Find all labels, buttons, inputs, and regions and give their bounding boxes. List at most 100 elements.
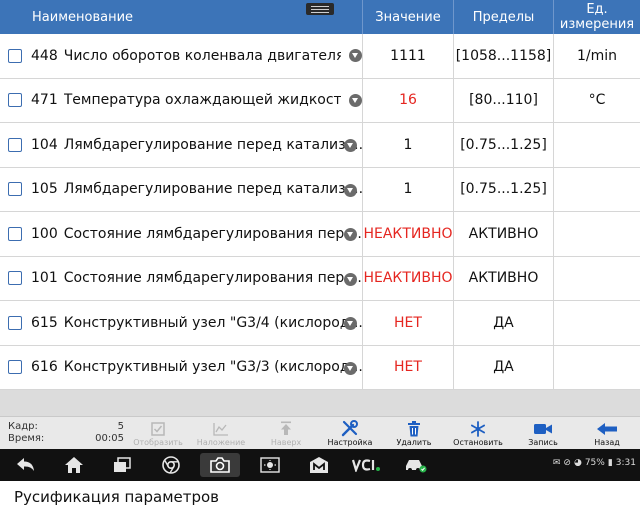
dropdown-icon[interactable] <box>344 272 357 286</box>
row-checkbox[interactable] <box>8 93 22 108</box>
header-units[interactable]: Ед. измерения <box>554 0 640 34</box>
param-name: Конструктивный узел "G3/3 (кислород... <box>63 359 362 376</box>
param-unit: °C <box>588 92 606 109</box>
camera-icon <box>210 457 230 473</box>
show-label: Отобразить <box>133 438 183 447</box>
stop-button[interactable]: Остановить <box>448 419 508 449</box>
param-id: 471 <box>31 92 58 109</box>
param-value: НЕАКТИВНО <box>363 256 454 300</box>
table-row[interactable]: 100 Состояние лямбдарегулирования пере...… <box>0 212 640 257</box>
param-name: Число оборотов коленвала двигателя <box>63 47 341 64</box>
checkbox-icon <box>151 421 165 436</box>
bottom-toolbar: Кадр: 5 Время: 00:05 Отобразить Наложение … <box>0 416 640 449</box>
nav-vci-button[interactable] <box>350 453 382 477</box>
vci-icon <box>351 459 380 472</box>
settings-button[interactable]: Настройка <box>320 419 380 449</box>
show-button[interactable]: Отобразить <box>128 419 188 449</box>
delete-button[interactable]: Удалить <box>384 419 444 449</box>
battery-level: 75% <box>584 458 605 468</box>
nav-maxisys-button[interactable] <box>303 453 335 477</box>
param-name: Состояние лямбдарегулирования пере... <box>63 270 362 287</box>
param-value: НЕАКТИВНО <box>363 212 454 256</box>
param-limits: [80...110] <box>454 78 554 122</box>
dropdown-icon[interactable] <box>349 49 362 63</box>
drag-handle-icon[interactable] <box>306 3 334 15</box>
empty-area <box>0 390 640 416</box>
row-checkbox[interactable] <box>8 271 22 286</box>
maxisys-logo-icon <box>310 457 328 473</box>
dropdown-icon[interactable] <box>344 317 357 330</box>
nav-home-button[interactable] <box>58 453 90 477</box>
message-icon: ✉ <box>552 458 561 468</box>
param-unit <box>554 257 640 301</box>
nav-chrome-button[interactable] <box>155 453 187 477</box>
stop-label: Остановить <box>453 438 503 447</box>
param-id: 616 <box>31 359 58 376</box>
overlay-label: Наложение <box>196 438 246 447</box>
up-button[interactable]: Наверх <box>256 419 316 449</box>
dropdown-icon[interactable] <box>344 361 357 375</box>
arrow-up-icon <box>281 421 291 435</box>
table-row[interactable]: 616 Конструктивный узел "G3/3 (кислород..… <box>0 345 640 390</box>
param-value: 1 <box>363 123 454 167</box>
nav-recent-button[interactable] <box>106 453 138 477</box>
param-limits: АКТИВНО <box>454 256 554 300</box>
param-value: НЕТ <box>363 301 454 345</box>
row-checkbox[interactable] <box>8 315 22 330</box>
wrench-icon <box>341 420 358 437</box>
param-unit <box>554 301 640 345</box>
row-checkbox[interactable] <box>8 182 22 197</box>
back-button[interactable]: Назад <box>577 419 637 449</box>
param-id: 105 <box>31 181 58 198</box>
record-button[interactable]: Запись <box>513 419 573 449</box>
parameter-table: 448 Число оборотов коленвала двигателя 11… <box>0 34 640 390</box>
param-unit <box>554 346 640 390</box>
dropdown-icon[interactable] <box>344 183 357 197</box>
time-value: 00:05 <box>95 433 124 444</box>
up-label: Наверх <box>270 438 302 447</box>
overlay-button[interactable]: Наложение <box>191 419 251 449</box>
param-unit: 1/min <box>576 47 618 64</box>
frame-info: Кадр: 5 Время: 00:05 <box>8 421 128 445</box>
param-id: 100 <box>31 225 58 242</box>
param-name: Лямбдарегулирование перед катализа... <box>63 136 362 153</box>
nav-screenshot-button[interactable] <box>200 453 240 477</box>
param-id: 448 <box>31 47 58 64</box>
dropdown-icon[interactable] <box>349 93 362 107</box>
home-icon <box>65 457 83 473</box>
table-row[interactable]: 101 Состояние лямбдарегулирования пере...… <box>0 256 640 301</box>
table-header: Наименование Значение Пределы Ед. измере… <box>0 0 640 34</box>
mute-icon: ⊘ <box>563 458 571 468</box>
arrow-left-icon <box>597 422 617 435</box>
table-row[interactable]: 105 Лямбдарегулирование перед катализа...… <box>0 167 640 212</box>
video-camera-icon <box>534 423 552 434</box>
row-checkbox[interactable] <box>8 226 22 241</box>
record-label: Запись <box>528 438 558 447</box>
param-limits: АКТИВНО <box>454 212 554 256</box>
dropdown-icon[interactable] <box>344 139 357 152</box>
table-row[interactable]: 448 Число оборотов коленвала двигателя 11… <box>0 34 640 79</box>
param-value: НЕТ <box>363 345 454 389</box>
header-value[interactable]: Значение <box>363 0 454 34</box>
table-row[interactable]: 615 Конструктивный узел "G3/4 (кислород..… <box>0 301 640 346</box>
dropdown-icon[interactable] <box>344 228 357 241</box>
param-unit <box>554 123 640 167</box>
row-checkbox[interactable] <box>8 48 22 63</box>
param-unit <box>554 212 640 256</box>
nav-back-button[interactable] <box>10 453 42 477</box>
row-checkbox[interactable] <box>8 360 22 375</box>
table-row[interactable]: 471 Температура охлаждающей жидкости 16 [… <box>0 78 640 123</box>
nav-car-button[interactable] <box>400 453 432 477</box>
time-label: Время: <box>8 433 45 444</box>
wifi-icon: ◕ <box>573 458 582 468</box>
header-limits[interactable]: Пределы <box>454 0 554 34</box>
trash-icon <box>408 420 420 436</box>
back-label: Назад <box>594 438 620 447</box>
table-row[interactable]: 104 Лямбдарегулирование перед катализа...… <box>0 123 640 168</box>
row-checkbox[interactable] <box>8 137 22 152</box>
delete-label: Удалить <box>396 438 432 447</box>
param-limits: ДА <box>454 301 554 345</box>
system-navigation-bar: ✉ ⊘ ◕ 75% ▮ 3:31 <box>0 449 640 481</box>
car-icon <box>406 460 427 473</box>
nav-brightness-button[interactable] <box>254 453 286 477</box>
